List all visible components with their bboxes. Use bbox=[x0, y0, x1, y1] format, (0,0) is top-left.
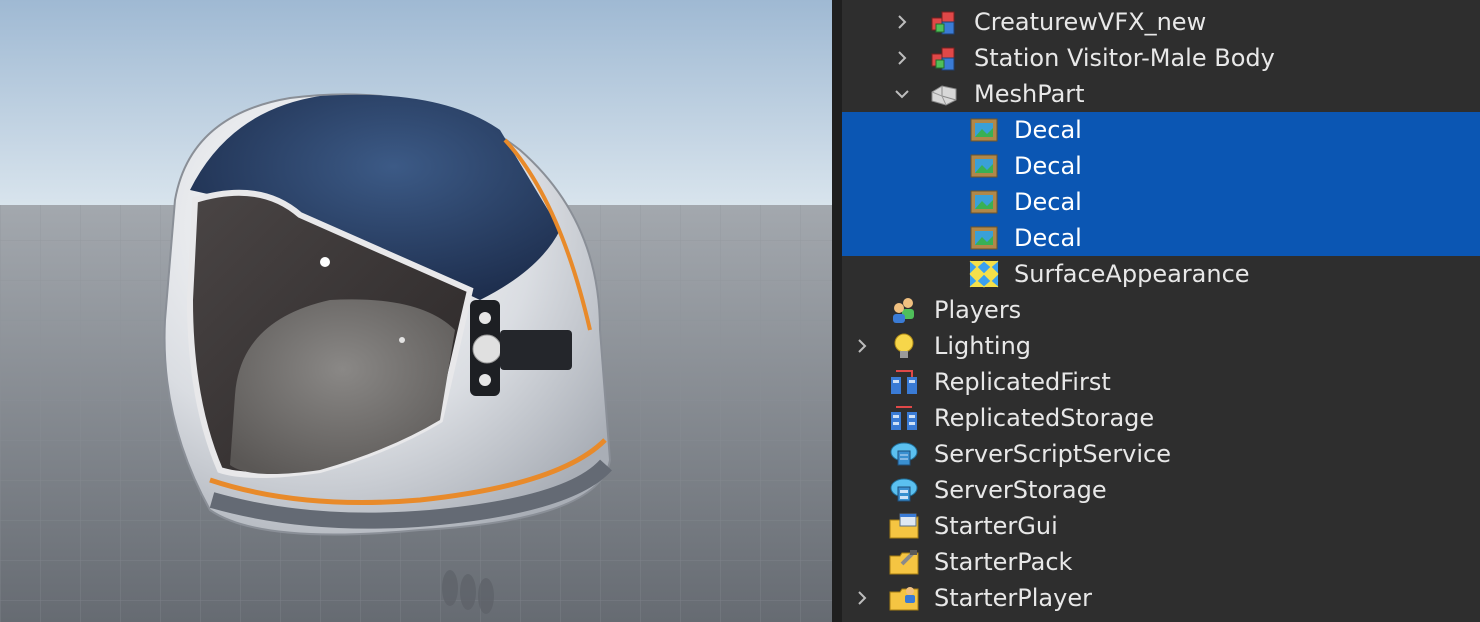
explorer-item-label: MeshPart bbox=[974, 80, 1085, 108]
surface-appearance-icon bbox=[968, 260, 1000, 288]
panel-divider[interactable] bbox=[832, 0, 842, 622]
explorer-item[interactable]: MeshPart bbox=[842, 76, 1480, 112]
explorer-item[interactable]: ReplicatedFirst bbox=[842, 364, 1480, 400]
explorer-item-label: StarterPlayer bbox=[934, 584, 1092, 612]
explorer-item-label: Decal bbox=[1014, 188, 1082, 216]
explorer-item[interactable]: ServerStorage bbox=[842, 472, 1480, 508]
explorer-item[interactable]: StarterGui bbox=[842, 508, 1480, 544]
explorer-item[interactable]: StarterPlayer bbox=[842, 580, 1480, 616]
explorer-item[interactable]: Decal bbox=[842, 148, 1480, 184]
explorer-item[interactable]: SurfaceAppearance bbox=[842, 256, 1480, 292]
explorer-item[interactable]: Station Visitor-Male Body bbox=[842, 40, 1480, 76]
server-storage-icon bbox=[888, 476, 920, 504]
starter-player-icon bbox=[888, 584, 920, 612]
3d-viewport[interactable] bbox=[0, 0, 832, 622]
explorer-item[interactable]: CreaturewVFX_new bbox=[842, 4, 1480, 40]
replicated-first-icon bbox=[888, 368, 920, 396]
explorer-item[interactable]: ReplicatedStorage bbox=[842, 400, 1480, 436]
studio-window: CreaturewVFX_new Station Visitor-Male Bod… bbox=[0, 0, 1480, 622]
explorer-item-label: SurfaceAppearance bbox=[1014, 260, 1250, 288]
decal-icon bbox=[968, 116, 1000, 144]
explorer-item-label: Decal bbox=[1014, 224, 1082, 252]
explorer-item-label: Players bbox=[934, 296, 1022, 324]
chevron-right-icon[interactable] bbox=[892, 12, 912, 32]
explorer-item-label: CreaturewVFX_new bbox=[974, 8, 1207, 36]
chevron-right-icon[interactable] bbox=[852, 336, 872, 356]
explorer-item[interactable]: Lighting bbox=[842, 328, 1480, 364]
decal-icon bbox=[968, 152, 1000, 180]
chevron-down-icon[interactable] bbox=[892, 84, 912, 104]
viewport-scene bbox=[0, 0, 832, 622]
explorer-panel: CreaturewVFX_new Station Visitor-Male Bod… bbox=[842, 0, 1480, 622]
starter-gui-icon bbox=[888, 512, 920, 540]
explorer-item-label: Decal bbox=[1014, 116, 1082, 144]
players-icon bbox=[888, 296, 920, 324]
decal-icon bbox=[968, 188, 1000, 216]
explorer-item-label: ReplicatedStorage bbox=[934, 404, 1155, 432]
explorer-item-label: StarterPack bbox=[934, 548, 1073, 576]
explorer-item-label: ServerStorage bbox=[934, 476, 1107, 504]
explorer-item[interactable]: StarterPack bbox=[842, 544, 1480, 580]
chevron-right-icon[interactable] bbox=[852, 588, 872, 608]
explorer-item-label: ServerScriptService bbox=[934, 440, 1172, 468]
model-icon bbox=[928, 8, 960, 36]
explorer-item-label: Station Visitor-Male Body bbox=[974, 44, 1275, 72]
decal-icon bbox=[968, 224, 1000, 252]
explorer-item[interactable]: Players bbox=[842, 292, 1480, 328]
explorer-item-label: ReplicatedFirst bbox=[934, 368, 1111, 396]
server-script-service-icon bbox=[888, 440, 920, 468]
explorer-item[interactable]: Decal bbox=[842, 184, 1480, 220]
model-icon bbox=[928, 44, 960, 72]
explorer-item[interactable]: Decal bbox=[842, 112, 1480, 148]
meshpart-icon bbox=[928, 80, 960, 108]
explorer-item-label: Decal bbox=[1014, 152, 1082, 180]
explorer-item-label: Lighting bbox=[934, 332, 1032, 360]
explorer-item-label: StarterGui bbox=[934, 512, 1058, 540]
chevron-right-icon[interactable] bbox=[892, 48, 912, 68]
explorer-item[interactable]: Decal bbox=[842, 220, 1480, 256]
explorer-item[interactable]: ServerScriptService bbox=[842, 436, 1480, 472]
starter-pack-icon bbox=[888, 548, 920, 576]
replicated-storage-icon bbox=[888, 404, 920, 432]
lightbulb-icon bbox=[888, 332, 920, 360]
